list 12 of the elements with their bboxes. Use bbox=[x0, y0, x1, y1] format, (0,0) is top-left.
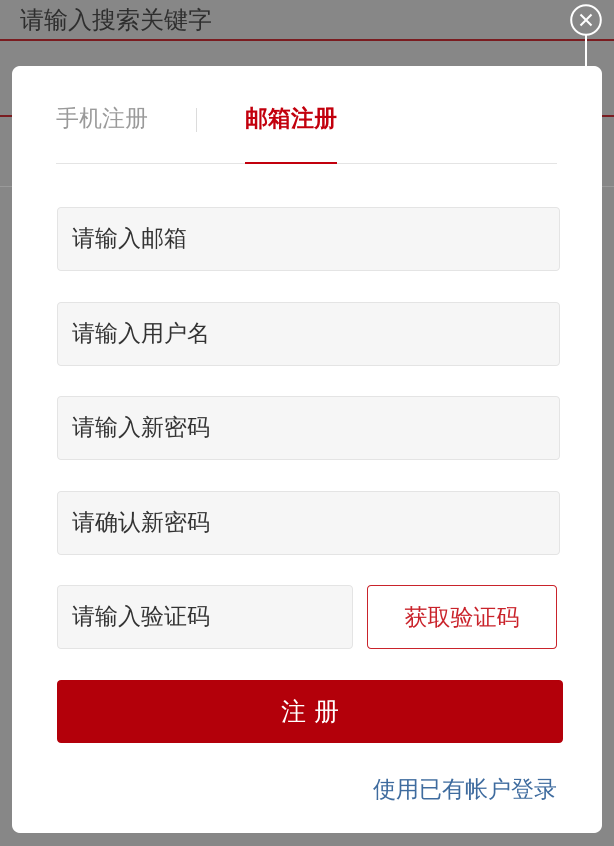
login-link[interactable]: 使用已有帐户登录 bbox=[373, 775, 557, 805]
search-field[interactable]: 请输入搜索关键字 bbox=[20, 2, 340, 36]
tab[interactable]: 邮箱注册 bbox=[245, 92, 337, 164]
register-button[interactable]: 注 册 bbox=[57, 680, 563, 743]
input-field[interactable]: 请输入用户名 bbox=[57, 302, 560, 366]
input-field[interactable]: 请确认新密码 bbox=[57, 490, 560, 554]
close-button[interactable] bbox=[570, 4, 602, 36]
verification-code-field[interactable]: 请输入验证码 bbox=[57, 585, 353, 649]
input-field[interactable]: 请输入新密码 bbox=[57, 396, 560, 460]
tab[interactable]: 手机注册 bbox=[56, 92, 148, 164]
input-field[interactable]: 请输入邮箱 bbox=[57, 207, 560, 271]
get-code-button[interactable]: 获取验证码 bbox=[367, 585, 557, 649]
